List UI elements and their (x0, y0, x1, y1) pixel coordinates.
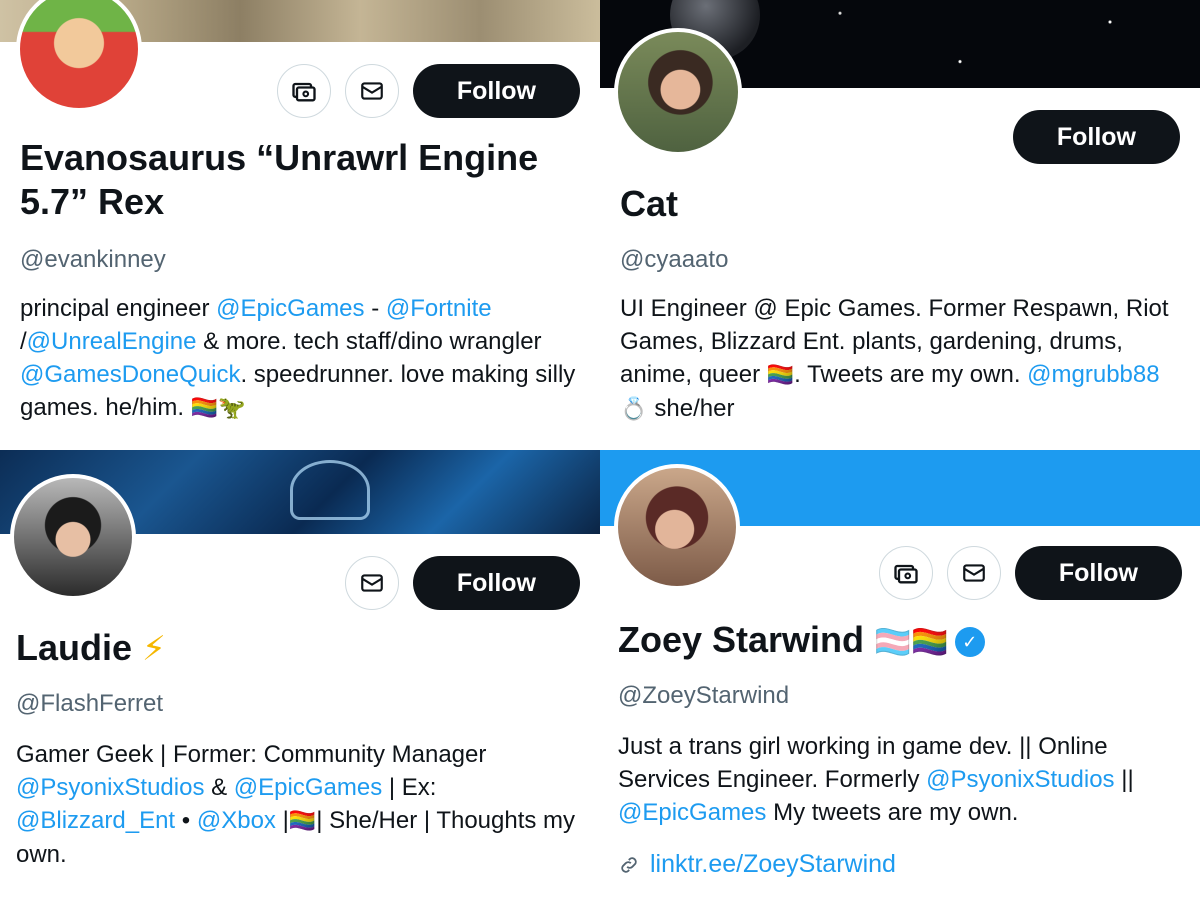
bio-text: My tweets are my own. (766, 799, 1019, 826)
mail-icon (963, 564, 985, 582)
bio-emoji: 🏳️‍🌈🦖 (190, 396, 246, 421)
profile-actions: Follow (1012, 110, 1180, 164)
bio-text: | (275, 807, 289, 834)
website-link[interactable]: linktr.ee/ZoeyStarwind (618, 850, 896, 879)
user-handle[interactable]: @FlashFerret (16, 690, 163, 718)
mention-link[interactable]: @EpicGames (216, 295, 364, 322)
bio-text: she/her (654, 395, 735, 422)
bio-text: || (1114, 766, 1134, 793)
banner-art (290, 460, 370, 520)
subscribe-button[interactable] (878, 546, 933, 600)
website-url[interactable]: linktr.ee/ZoeyStarwind (650, 850, 896, 879)
link-icon (621, 856, 637, 873)
follow-button[interactable]: Follow (412, 64, 580, 118)
profile-actions: Follow (276, 64, 580, 118)
display-name-text: Zoey Starwind (618, 619, 865, 660)
profile-card-zoeystarwind: Follow Zoey Starwind 🏳️‍⚧️🏳️‍🌈 ✓ @ZoeySta… (600, 450, 1200, 900)
mention-link[interactable]: @Blizzard_Ent (16, 807, 175, 834)
follow-button[interactable]: Follow (1012, 110, 1180, 164)
bio-text: & more. tech staff/dino wrangler (196, 328, 542, 355)
avatar[interactable] (614, 464, 740, 590)
bio-text: / (20, 328, 27, 355)
mention-link[interactable]: @PsyonixStudios (926, 766, 1114, 793)
mention-link[interactable]: @Fortnite (386, 295, 492, 322)
bio-emoji: 🏳️‍🌈 (288, 809, 317, 834)
user-handle[interactable]: @ZoeyStarwind (618, 682, 789, 710)
profile-actions: Follow (878, 546, 1182, 600)
message-button[interactable] (344, 556, 399, 610)
lightning-icon: ⚡ (142, 629, 166, 669)
mention-link[interactable]: @mgrubb88 (1027, 361, 1159, 388)
bio-text: - (364, 295, 386, 322)
verified-badge-icon[interactable]: ✓ (954, 627, 985, 658)
mail-icon (361, 82, 383, 100)
subscription-icon (292, 82, 316, 102)
bio-emoji: 🏳️‍🌈 (766, 363, 795, 388)
bio-text: Gamer Geek | Former: Community Manager (16, 741, 487, 768)
avatar[interactable] (16, 0, 142, 112)
profile-bio: Just a trans girl working in game dev. |… (618, 730, 1188, 829)
mail-icon (361, 574, 383, 592)
display-name-text: Laudie (16, 627, 133, 668)
message-button[interactable] (946, 546, 1001, 600)
display-name: Cat (620, 183, 679, 224)
name-flags: 🏳️‍⚧️🏳️‍🌈 (874, 625, 949, 660)
display-name: Evanosaurus “Unrawrl Engine 5.7” Rex (20, 137, 539, 222)
profile-bio: principal engineer @EpicGames - @Fortnit… (20, 292, 590, 425)
bio-text: & (204, 774, 234, 801)
profile-card-cyaaato: Follow Cat @cyaaato UI Engineer @ Epic G… (600, 0, 1200, 450)
profile-bio: Gamer Geek | Former: Community Manager @… (16, 738, 586, 871)
display-name: Zoey Starwind 🏳️‍⚧️🏳️‍🌈 ✓ (618, 618, 1188, 665)
avatar[interactable] (10, 474, 136, 600)
mention-link[interactable]: @UnrealEngine (27, 328, 197, 355)
profile-actions: Follow (344, 556, 580, 610)
mention-link[interactable]: @EpicGames (234, 774, 382, 801)
follow-button[interactable]: Follow (1014, 546, 1182, 600)
bio-text: • (175, 807, 197, 834)
profile-card-flashferret: Follow Laudie ⚡ @FlashFerret Gamer Geek … (0, 450, 600, 900)
avatar[interactable] (614, 28, 742, 156)
subscription-icon (894, 564, 918, 584)
message-button[interactable] (344, 64, 399, 118)
profile-card-evankinney: Follow Evanosaurus “Unrawrl Engine 5.7” … (0, 0, 600, 450)
user-handle[interactable]: @cyaaato (620, 246, 728, 274)
user-handle[interactable]: @evankinney (20, 246, 166, 274)
bio-text: . Tweets are my own. (794, 361, 1028, 388)
mention-link[interactable]: @PsyonixStudios (16, 774, 204, 801)
bio-emoji: 💍 (620, 397, 655, 422)
bio-text: | Ex: (382, 774, 437, 801)
mention-link[interactable]: @EpicGames (618, 799, 766, 826)
display-name: Laudie ⚡ (16, 626, 586, 671)
profile-bio: UI Engineer @ Epic Games. Former Respawn… (620, 292, 1190, 426)
follow-button[interactable]: Follow (412, 556, 580, 610)
mention-link[interactable]: @GamesDoneQuick (20, 361, 240, 388)
bio-text: principal engineer (20, 295, 217, 322)
subscribe-button[interactable] (276, 64, 331, 118)
mention-link[interactable]: @Xbox (197, 807, 276, 834)
